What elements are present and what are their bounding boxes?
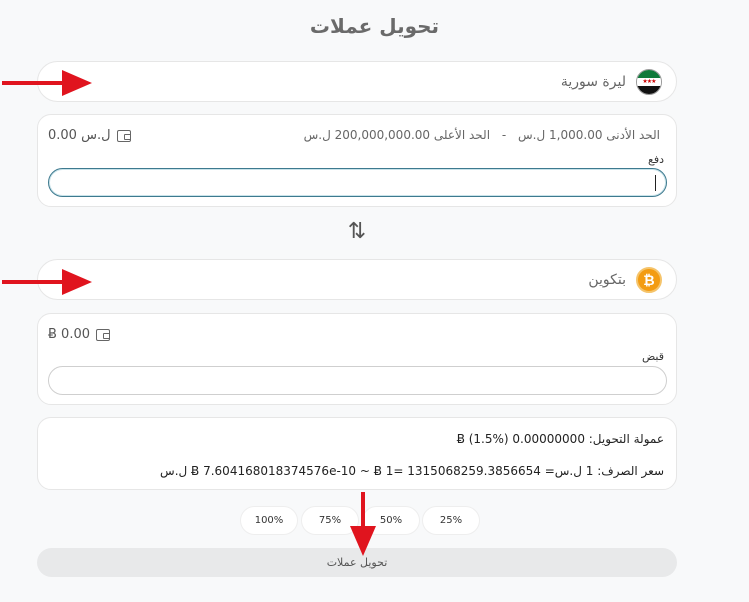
annotation-arrow-icon	[2, 269, 92, 295]
syrian-flag-icon: ★★★	[636, 69, 662, 95]
to-currency-label: بتكوين	[588, 272, 626, 288]
conversion-info-panel: عمولة التحويل: 0.00000000 Ƀ (1.5%) سعر ا…	[37, 417, 677, 490]
text-caret	[655, 175, 656, 191]
swap-vertical-icon[interactable]: ⇅	[345, 220, 369, 244]
pay-field-label: دفع	[647, 153, 664, 166]
from-currency-select[interactable]: ★★★ ليرة سورية	[37, 61, 677, 102]
receive-field-label: قبض	[641, 350, 664, 363]
wallet-icon	[116, 129, 131, 142]
from-currency-label: ليرة سورية	[560, 74, 626, 90]
receive-amount-input[interactable]	[48, 366, 667, 395]
percent-100-button[interactable]: 100%	[240, 506, 298, 535]
to-currency-select[interactable]: ₿ بتكوين	[37, 259, 677, 300]
rate-line: سعر الصرف: 1 ل.س= Ƀ 7.604168018374576e-1…	[160, 464, 664, 478]
percent-25-button[interactable]: 25%	[422, 506, 480, 535]
annotation-arrow-icon	[2, 70, 92, 96]
receive-panel: Ƀ 0.00 قبض	[37, 313, 677, 405]
bitcoin-icon: ₿	[636, 267, 662, 293]
pay-amount-input[interactable]	[48, 168, 667, 197]
wallet-icon	[96, 328, 110, 341]
max-limit: الحد الأعلى 200,000,000.00 ل.س	[303, 128, 491, 142]
limits-separator: -	[501, 128, 507, 142]
min-limit: الحد الأدنى 1,000.00 ل.س	[518, 128, 660, 142]
pay-balance: 0.00 ل.س	[48, 128, 131, 143]
limits-text: الحد الأدنى 1,000.00 ل.س - الحد الأعلى 2…	[300, 128, 664, 142]
page-title: تحويل عملات	[309, 14, 440, 38]
annotation-arrow-icon	[350, 492, 376, 556]
receive-balance-value: Ƀ 0.00	[48, 327, 90, 342]
pay-balance-value: 0.00 ل.س	[48, 128, 111, 143]
fee-line: عمولة التحويل: 0.00000000 Ƀ (1.5%)	[456, 432, 664, 446]
receive-balance: Ƀ 0.00	[48, 327, 110, 342]
pay-panel: 0.00 ل.س الحد الأدنى 1,000.00 ل.س - الحد…	[37, 114, 677, 207]
